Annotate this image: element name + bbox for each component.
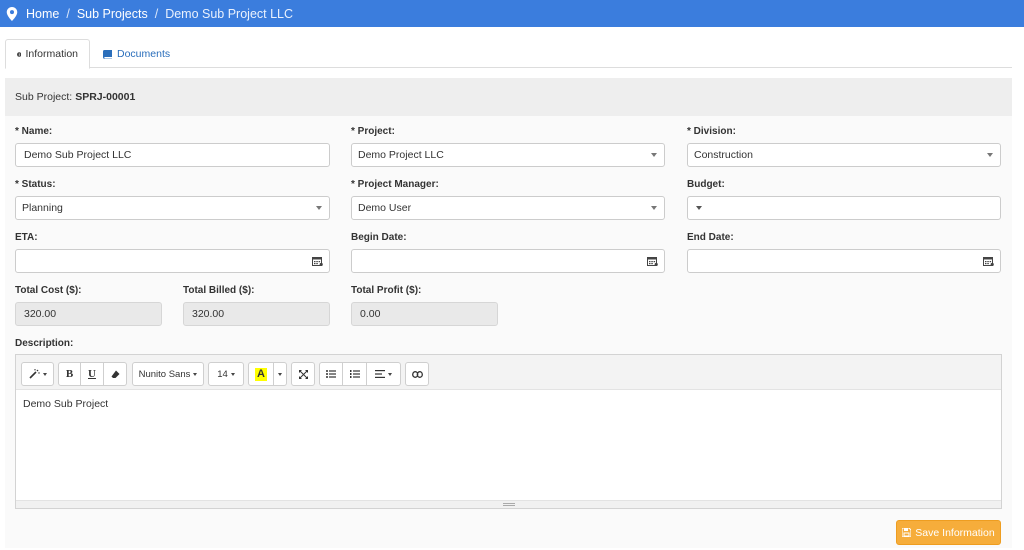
description-editor[interactable]: B U Nunito Sans 14 A Demo Sub Project [15, 354, 1002, 509]
font-size-value: 14 [217, 368, 228, 380]
subproject-code: SPRJ-00001 [75, 91, 136, 103]
tab-documents-label: Documents [117, 48, 171, 60]
total-billed-field: 320.00 [183, 302, 330, 326]
chevron-down-icon [651, 153, 657, 157]
budget-label: Budget: [687, 179, 725, 190]
total-profit-field: 0.00 [351, 302, 498, 326]
description-text[interactable]: Demo Sub Project [23, 398, 108, 410]
end-date-label: End Date: [687, 232, 734, 243]
color-dropdown-toggle[interactable] [274, 362, 287, 386]
font-family-value: Nunito Sans [138, 368, 191, 380]
tab-documents[interactable]: Documents [92, 39, 181, 69]
status-select[interactable]: Planning [15, 196, 330, 220]
paragraph-align-dropdown[interactable] [367, 362, 401, 386]
division-select[interactable]: Construction [687, 143, 1001, 167]
division-value: Construction [694, 149, 753, 161]
underline-button[interactable]: U [81, 362, 104, 386]
highlight-color-icon: A [255, 367, 267, 381]
information-panel: Sub Project: SPRJ-00001 * Name: Demo Sub… [5, 78, 1012, 548]
bold-button[interactable]: B [58, 362, 81, 386]
list-ol-icon [349, 370, 360, 378]
chevron-down-icon [316, 206, 322, 210]
project-value: Demo Project LLC [358, 149, 444, 161]
editor-resize-handle[interactable] [16, 500, 1001, 508]
editor-toolbar: B U Nunito Sans 14 A [16, 355, 1001, 390]
end-date-input[interactable] [687, 249, 1001, 273]
chevron-down-icon [987, 153, 993, 157]
currency-dropdown-icon[interactable] [696, 206, 702, 210]
eta-input[interactable] [15, 249, 330, 273]
begin-date-input[interactable] [351, 249, 665, 273]
chevron-down-icon [651, 206, 657, 210]
breadcrumb-separator: / [154, 6, 159, 21]
total-cost-label: Total Cost ($): [15, 285, 82, 296]
save-information-button[interactable]: Save Information [896, 520, 1001, 545]
project-manager-value: Demo User [358, 202, 412, 214]
align-left-icon [375, 370, 385, 378]
breadcrumb-sub-projects-link[interactable]: Sub Projects [77, 7, 148, 21]
breadcrumb: Home / Sub Projects / Demo Sub Project L… [0, 0, 1024, 27]
total-cost-value: 320.00 [24, 308, 57, 320]
ordered-list-button[interactable] [343, 362, 367, 386]
breadcrumb-current: Demo Sub Project LLC [165, 6, 294, 21]
project-select[interactable]: Demo Project LLC [351, 143, 665, 167]
clear-format-button[interactable] [104, 362, 127, 386]
status-value: Planning [22, 202, 63, 214]
total-profit-label: Total Profit ($): [351, 285, 422, 296]
eraser-icon [111, 370, 119, 378]
magic-wand-icon [28, 369, 40, 379]
name-input[interactable]: Demo Sub Project LLC [15, 143, 330, 167]
book-icon [103, 49, 112, 59]
tab-information-label: Information [25, 48, 78, 60]
floppy-disk-icon [902, 528, 912, 537]
save-information-label: Save Information [915, 526, 995, 539]
map-marker-icon [6, 6, 18, 21]
project-manager-label: * Project Manager: [351, 179, 439, 190]
insert-link-button[interactable] [405, 362, 429, 386]
breadcrumb-home-link[interactable]: Home [26, 7, 59, 21]
project-label: * Project: [351, 126, 395, 137]
total-billed-label: Total Billed ($): [183, 285, 255, 296]
project-manager-select[interactable]: Demo User [351, 196, 665, 220]
name-value: Demo Sub Project LLC [24, 149, 132, 161]
link-icon [411, 370, 423, 378]
total-profit-value: 0.00 [360, 308, 381, 320]
info-circle-icon [17, 51, 22, 57]
budget-input[interactable] [687, 196, 1001, 220]
tab-information[interactable]: Information [5, 39, 90, 69]
breadcrumb-separator: / [66, 6, 70, 21]
subproject-label: Sub Project: [15, 91, 73, 103]
status-label: * Status: [15, 179, 56, 190]
name-label: * Name: [15, 126, 53, 137]
font-size-dropdown[interactable]: 14 [208, 362, 244, 386]
subproject-header: Sub Project: SPRJ-00001 [5, 78, 1012, 116]
font-family-dropdown[interactable]: Nunito Sans [132, 362, 204, 386]
description-label: Description: [15, 338, 74, 349]
calendar-icon[interactable] [647, 256, 658, 266]
begin-date-label: Begin Date: [351, 232, 407, 243]
division-label: * Division: [687, 126, 736, 137]
grip-icon [503, 503, 515, 506]
tab-bar: Information Documents [5, 39, 1012, 69]
fullscreen-button[interactable] [291, 362, 315, 386]
calendar-icon[interactable] [312, 256, 323, 266]
expand-icon [298, 369, 308, 379]
calendar-icon[interactable] [983, 256, 994, 266]
highlight-color-button[interactable]: A [248, 362, 274, 386]
list-ul-icon [326, 370, 336, 378]
magic-style-button[interactable] [21, 362, 54, 386]
total-billed-value: 320.00 [192, 308, 225, 320]
unordered-list-button[interactable] [319, 362, 343, 386]
total-cost-field: 320.00 [15, 302, 162, 326]
eta-label: ETA: [15, 232, 38, 243]
